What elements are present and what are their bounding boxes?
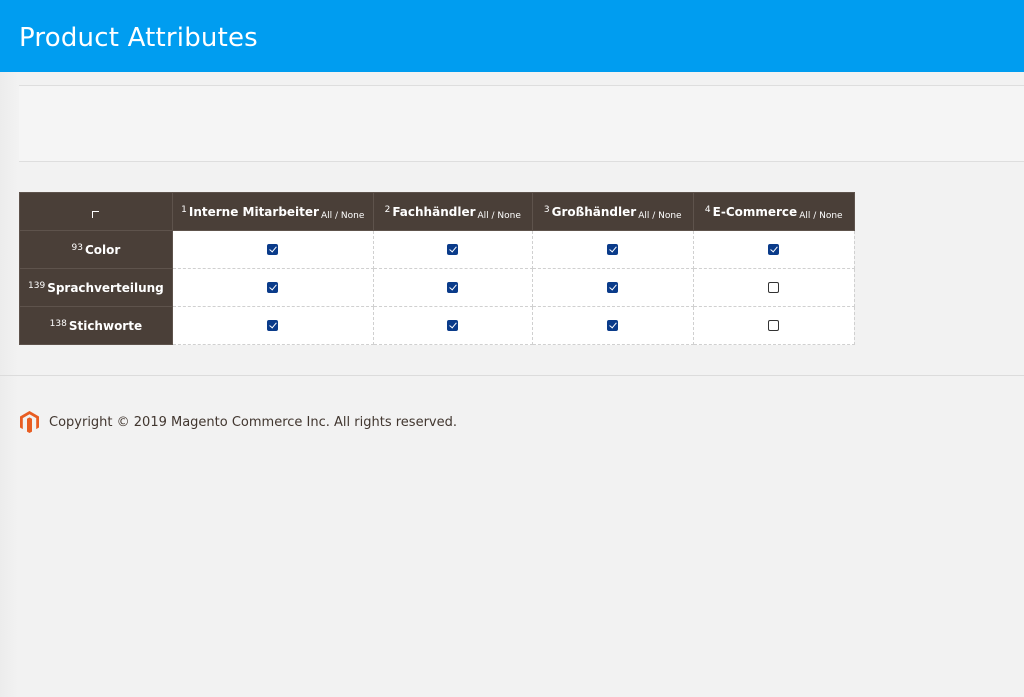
permission-checkbox[interactable] — [768, 281, 780, 293]
all-none-toggle[interactable]: All / None — [321, 211, 364, 221]
table-row: 93 Color — [19, 230, 855, 269]
all-none-toggle[interactable]: All / None — [799, 211, 842, 221]
footer-divider — [0, 375, 1024, 376]
row-header[interactable]: 93 Color — [19, 230, 173, 269]
permission-checkbox[interactable] — [607, 319, 619, 331]
column-number: 3 — [543, 204, 550, 215]
column-header: 4 E-Commerce All / None — [692, 192, 855, 231]
permission-checkbox[interactable] — [267, 281, 279, 293]
matrix-cell — [372, 268, 533, 307]
permission-checkbox[interactable] — [607, 281, 619, 293]
attribute-matrix: 1 Interne Mitarbeiter All / None 2 Fachhänd… — [19, 192, 855, 345]
permission-checkbox[interactable] — [447, 281, 459, 293]
matrix-cell — [692, 306, 855, 345]
matrix-cell — [531, 306, 694, 345]
matrix-cell — [692, 268, 855, 307]
toolbar-panel — [19, 85, 1024, 162]
column-header: 3 Großhändler All / None — [531, 192, 694, 231]
row-header[interactable]: 138 Stichworte — [19, 306, 173, 345]
matrix-cell — [692, 230, 855, 269]
table-row: 138 Stichworte — [19, 306, 855, 345]
matrix-cell — [171, 306, 374, 345]
row-label: Color — [84, 242, 121, 257]
column-number: 2 — [384, 204, 391, 215]
column-number: 1 — [181, 204, 187, 215]
row-number: 138 — [49, 318, 67, 329]
left-edge — [0, 72, 18, 697]
column-header: 1 Interne Mitarbeiter All / None — [171, 192, 374, 231]
all-none-toggle[interactable]: All / None — [638, 211, 681, 221]
column-label: Fachhändler — [392, 204, 476, 219]
copyright-text: Copyright © 2019 Magento Commerce Inc. A… — [49, 414, 457, 430]
page-header: Product Attributes — [0, 0, 1024, 72]
permission-checkbox[interactable] — [267, 243, 279, 255]
matrix-cell — [372, 306, 533, 345]
footer: Copyright © 2019 Magento Commerce Inc. A… — [19, 411, 457, 433]
row-number: 139 — [28, 280, 46, 291]
row-number: 93 — [71, 242, 83, 253]
column-label: Großhändler — [551, 204, 637, 219]
matrix-cell — [372, 230, 533, 269]
matrix-cell — [171, 230, 374, 269]
permission-checkbox[interactable] — [447, 243, 459, 255]
row-header[interactable]: 139 Sprachverteilung — [19, 268, 173, 307]
column-number: 4 — [704, 204, 711, 215]
corner-toggle-icon[interactable] — [92, 210, 100, 218]
matrix-header-row: 1 Interne Mitarbeiter All / None 2 Fachhänd… — [19, 192, 855, 231]
matrix-cell — [171, 268, 374, 307]
matrix-cell — [531, 230, 694, 269]
table-row: 139 Sprachverteilung — [19, 268, 855, 307]
permission-checkbox[interactable] — [447, 319, 459, 331]
magento-logo-icon — [20, 411, 39, 433]
page-title: Product Attributes — [19, 23, 258, 53]
column-label: Interne Mitarbeiter — [188, 204, 319, 219]
toggle-all-cell[interactable] — [19, 192, 173, 231]
column-header: 2 Fachhändler All / None — [372, 192, 533, 231]
matrix-cell — [531, 268, 694, 307]
all-none-toggle[interactable]: All / None — [478, 211, 521, 221]
row-label: Sprachverteilung — [47, 280, 164, 295]
permission-checkbox[interactable] — [768, 319, 780, 331]
permission-checkbox[interactable] — [607, 243, 619, 255]
permission-checkbox[interactable] — [768, 243, 780, 255]
column-label: E-Commerce — [712, 204, 798, 219]
permission-checkbox[interactable] — [267, 319, 279, 331]
row-label: Stichworte — [68, 318, 143, 333]
